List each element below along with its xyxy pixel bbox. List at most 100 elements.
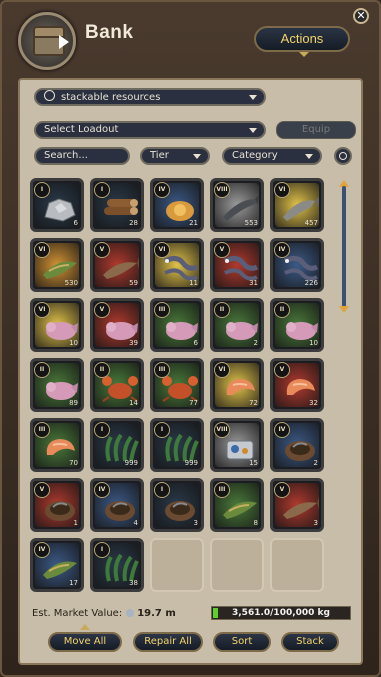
inventory-slot[interactable]: I 999	[150, 418, 204, 472]
inventory-slot[interactable]: VIII 553	[210, 178, 264, 232]
item-count: 70	[69, 459, 78, 467]
inventory-slot[interactable]: V1	[30, 478, 84, 532]
inventory-slot[interactable]: III 6	[150, 298, 204, 352]
item-count: 77	[189, 399, 198, 407]
item-count: 553	[244, 219, 258, 227]
tier-badge: VI	[154, 242, 170, 258]
inventory-slot[interactable]: V 32	[270, 358, 324, 412]
inventory-slot[interactable]: III 70	[30, 418, 84, 472]
empty-slot[interactable]	[210, 538, 264, 592]
item-count: 14	[129, 399, 138, 407]
sort-button[interactable]: Sort	[213, 632, 271, 652]
item-count: 1	[73, 519, 78, 527]
inventory-slot[interactable]: IV 2	[270, 418, 324, 472]
item-count: 530	[64, 279, 78, 287]
inventory-slot[interactable]: II 2	[210, 298, 264, 352]
inventory-slot[interactable]: VI 530	[30, 238, 84, 292]
tier-badge: VI	[34, 302, 50, 318]
actions-label: Actions	[280, 31, 324, 46]
inventory-slot[interactable]: V3	[270, 478, 324, 532]
chevron-up-icon	[80, 624, 90, 630]
inventory-slot[interactable]: I 999	[90, 418, 144, 472]
tier-badge: VIII	[214, 182, 230, 198]
inventory-slot[interactable]: V 31	[210, 238, 264, 292]
item-count: 6	[193, 339, 198, 347]
tier-dropdown[interactable]: Tier	[140, 147, 210, 165]
inventory-slot[interactable]: IV 17	[30, 538, 84, 592]
weight-text: 3,561.0/100,000 kg	[232, 608, 330, 618]
actions-button[interactable]: Actions	[254, 26, 350, 57]
tier-badge: II	[94, 362, 110, 378]
inventory-slot[interactable]: VI 72	[210, 358, 264, 412]
inventory-slot[interactable]: IV 4	[90, 478, 144, 532]
item-count: 59	[129, 279, 138, 287]
item-count: 89	[69, 399, 78, 407]
item-count: 39	[129, 339, 138, 347]
inventory-slot[interactable]: III 77	[150, 358, 204, 412]
inventory-slot[interactable]: II 14	[90, 358, 144, 412]
loadout-dropdown[interactable]: Select Loadout	[34, 121, 266, 139]
item-count: 226	[304, 279, 318, 287]
repair-all-button[interactable]: Repair All	[133, 632, 203, 652]
item-count: 6	[73, 219, 78, 227]
tier-badge: I	[94, 542, 110, 558]
tier-badge: II	[274, 302, 290, 318]
tier-badge: IV	[94, 482, 110, 498]
item-count: 10	[69, 339, 78, 347]
silver-icon	[126, 609, 135, 617]
inventory-slot[interactable]: VIII 15	[210, 418, 264, 472]
tier-badge: III	[154, 302, 170, 318]
search-icon[interactable]	[334, 147, 352, 165]
tier-badge: IV	[274, 422, 290, 438]
item-count: 72	[249, 399, 258, 407]
equip-button[interactable]: Equip	[276, 121, 356, 139]
tier-badge: III	[34, 422, 50, 438]
inventory-grid: I 6 I 28 IV 21 VIII 553 VI 457 VI 530 V 59 VI 11 V 31 IV 22…	[30, 178, 330, 598]
tier-badge: IV	[34, 542, 50, 558]
inventory-slot[interactable]: II 89	[30, 358, 84, 412]
tier-badge: I	[154, 422, 170, 438]
inventory-slot[interactable]: VI 10	[30, 298, 84, 352]
item-count: 2	[253, 339, 258, 347]
inventory-slot[interactable]: VI 457	[270, 178, 324, 232]
tier-badge: V	[214, 242, 230, 258]
tier-badge: VI	[274, 182, 290, 198]
inventory-slot[interactable]: I3	[150, 478, 204, 532]
tier-badge: V	[274, 482, 290, 498]
weight-bar: 3,561.0/100,000 kg	[211, 606, 351, 620]
tier-badge: II	[214, 302, 230, 318]
tier-badge: IV	[154, 182, 170, 198]
category-dropdown[interactable]: Category	[222, 147, 322, 165]
inventory-slot[interactable]: I6	[30, 178, 84, 232]
globe-icon	[44, 90, 55, 101]
inventory-slot[interactable]: III 8	[210, 478, 264, 532]
tier-label: Tier	[150, 150, 169, 161]
empty-slot[interactable]	[270, 538, 324, 592]
item-count: 21	[189, 219, 198, 227]
chevron-down-icon	[249, 95, 257, 100]
inventory-slot[interactable]: IV 21	[150, 178, 204, 232]
item-count: 8	[253, 519, 258, 527]
inventory-slot[interactable]: I 38	[90, 538, 144, 592]
inventory-slot[interactable]: V 59	[90, 238, 144, 292]
empty-slot[interactable]	[150, 538, 204, 592]
inventory-slot[interactable]: IV 226	[270, 238, 324, 292]
move-all-button[interactable]: Move All	[48, 632, 122, 652]
tier-badge: I	[94, 182, 110, 198]
scroll-down-icon[interactable]	[339, 306, 349, 313]
tier-badge: VIII	[214, 422, 230, 438]
close-button[interactable]: ✕	[353, 8, 369, 24]
tier-badge: II	[34, 362, 50, 378]
inventory-slot[interactable]: V 39	[90, 298, 144, 352]
resource-filter-dropdown[interactable]: stackable resources	[34, 88, 266, 106]
inventory-slot[interactable]: VI 11	[150, 238, 204, 292]
stack-button[interactable]: Stack	[281, 632, 339, 652]
window-title: Bank	[85, 22, 134, 43]
inventory-slot[interactable]: II 10	[270, 298, 324, 352]
scrollbar-track[interactable]	[342, 186, 346, 308]
tier-badge: V	[274, 362, 290, 378]
inventory-slot[interactable]: I 28	[90, 178, 144, 232]
inventory-scrollbar[interactable]	[339, 180, 349, 313]
resource-filter-label: stackable resources	[61, 92, 161, 103]
search-input[interactable]: Search...	[34, 147, 130, 165]
